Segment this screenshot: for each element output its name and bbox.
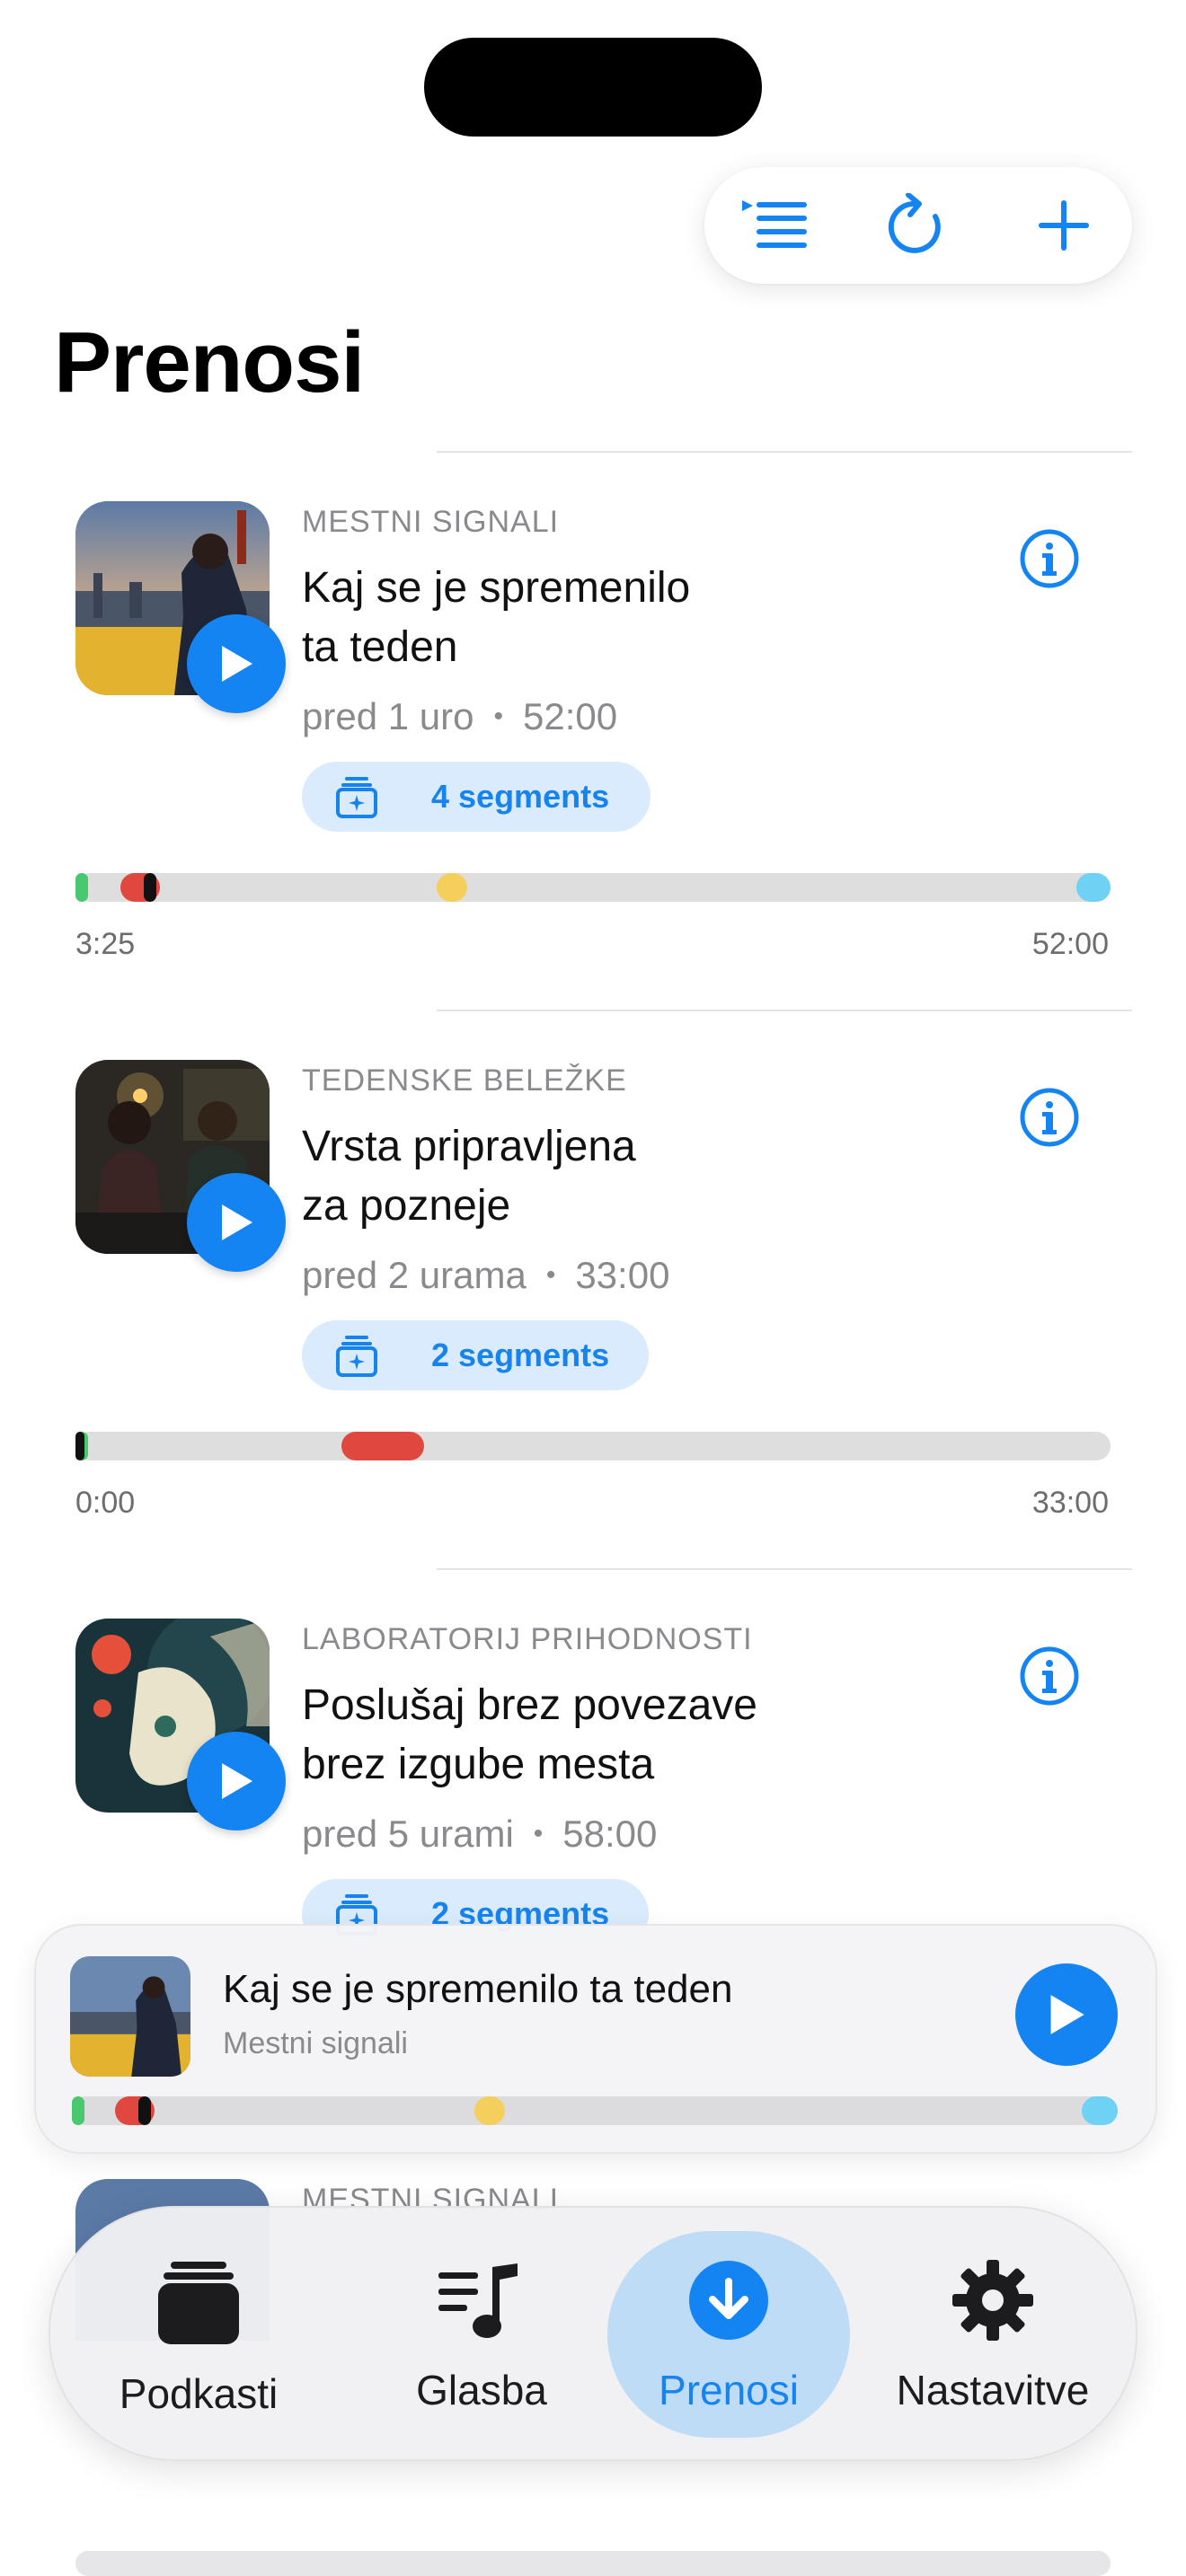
play-icon (222, 1204, 252, 1240)
segments-label: 4 segments (431, 778, 610, 815)
refresh-button[interactable] (882, 190, 954, 261)
info-button[interactable] (1019, 1087, 1080, 1148)
episode-row[interactable]: MESTNI SIGNALI Kaj se je spremenilo ta t… (0, 501, 1186, 1004)
progress-current-time: 0:00 (75, 1486, 136, 1520)
episode-age: pred 5 urami (302, 1813, 514, 1855)
tab-label: Prenosi (659, 2367, 799, 2413)
plus-icon (1039, 200, 1089, 251)
play-button[interactable] (187, 1173, 286, 1272)
show-name: LABORATORIJ PRIHODNOSTI (302, 1622, 753, 1656)
tab-music[interactable]: Glasba (347, 2208, 616, 2459)
tab-podcasts[interactable]: Podkasti (50, 2208, 347, 2459)
download-icon (689, 2261, 768, 2340)
queue-list-button[interactable] (740, 190, 812, 261)
episode-meta: pred 2 urama • 33:00 (302, 1254, 669, 1297)
divider (437, 1010, 1132, 1011)
tab-downloads[interactable]: Prenosi (607, 2208, 850, 2459)
mini-player[interactable]: Kaj se je spremenilo ta teden Mestni sig… (34, 1924, 1157, 2154)
divider (437, 451, 1132, 453)
episode-age: pred 1 uro (302, 695, 474, 737)
add-button[interactable] (1028, 190, 1100, 261)
top-toolbar (704, 167, 1132, 284)
progress-current-time: 3:25 (75, 927, 136, 961)
segments-button[interactable]: 4 segments (302, 762, 651, 832)
segment-marker-green (75, 873, 88, 902)
play-icon (1050, 1995, 1084, 2034)
mini-player-title: Kaj se je spremenilo ta teden (223, 1967, 733, 2011)
segment-marker-yellow (437, 873, 467, 902)
refresh-icon (888, 193, 941, 253)
separator-dot: • (533, 1819, 544, 1848)
playhead[interactable] (75, 1432, 84, 1460)
playhead[interactable] (144, 873, 156, 902)
sparkle-stack-icon (336, 777, 377, 818)
mini-player-subtitle: Mestni signali (223, 2026, 408, 2060)
tab-label: Glasba (416, 2367, 547, 2413)
sparkle-stack-icon (336, 1336, 377, 1377)
progress-track (75, 2551, 1111, 2576)
mini-player-artwork (70, 1956, 190, 2077)
episode-age: pred 2 urama (302, 1254, 527, 1296)
show-name: MESTNI SIGNALI (302, 505, 560, 539)
episode-duration: 33:00 (575, 1254, 670, 1296)
segment-marker-red (341, 1432, 424, 1460)
play-icon (222, 1763, 252, 1799)
tab-bar: Podkasti Glasba Prenosi Nastavitve (49, 2206, 1137, 2461)
progress-track (75, 1432, 1111, 1460)
dynamic-island (424, 38, 762, 137)
episode-duration: 52:00 (522, 695, 618, 737)
info-button[interactable] (1019, 528, 1080, 589)
progress-track (72, 2096, 1118, 2125)
podcasts-stack-icon (158, 2262, 239, 2344)
info-icon (1020, 1646, 1079, 1706)
page-title: Prenosi (54, 314, 365, 410)
segment-marker-green (72, 2096, 84, 2125)
gear-icon (952, 2260, 1033, 2341)
tab-settings[interactable]: Nastavitve (850, 2208, 1136, 2459)
segment-progress-bar[interactable] (75, 873, 1111, 902)
progress-total-time: 52:00 (1031, 927, 1109, 961)
segments-label: 2 segments (431, 1337, 610, 1373)
episode-title: Kaj se je spremenilo ta teden (302, 564, 691, 671)
tab-label: Nastavitve (896, 2367, 1090, 2413)
info-button[interactable] (1019, 1645, 1080, 1707)
music-list-icon (438, 2263, 518, 2338)
mini-player-play-button[interactable] (1015, 1963, 1118, 2066)
episode-meta: pred 1 uro • 52:00 (302, 695, 617, 738)
info-icon (1020, 529, 1079, 588)
episode-title: Poslušaj brez povezave brez izgube mesta (302, 1681, 757, 1788)
episode-meta: pred 5 urami • 58:00 (302, 1813, 657, 1856)
tab-label: Podkasti (119, 2370, 279, 2417)
separator-dot: • (493, 701, 503, 731)
progress-total-time: 33:00 (1031, 1486, 1109, 1520)
play-button[interactable] (187, 614, 286, 713)
episode-title: Vrsta pripravljena za pozneje (302, 1123, 636, 1230)
play-icon (222, 646, 252, 682)
segment-marker-blue (1082, 2096, 1118, 2125)
progress-track (75, 873, 1111, 902)
episode-row[interactable]: TEDENSKE BELEŽKE Vrsta pripravljena za p… (0, 1060, 1186, 1563)
playhead[interactable] (138, 2096, 151, 2125)
segment-marker-blue (1076, 873, 1111, 902)
info-icon (1020, 1088, 1079, 1147)
show-name: TEDENSKE BELEŽKE (302, 1063, 627, 1098)
queue-list-icon (742, 200, 807, 248)
separator-dot: • (545, 1260, 556, 1290)
play-button[interactable] (187, 1732, 286, 1831)
segments-button[interactable]: 2 segments (302, 1320, 649, 1390)
episode-duration: 58:00 (562, 1813, 658, 1855)
divider (437, 1568, 1132, 1570)
segment-progress-bar[interactable] (75, 1432, 1111, 1460)
mini-player-progress-bar[interactable] (72, 2096, 1118, 2125)
segment-marker-yellow (474, 2096, 505, 2125)
